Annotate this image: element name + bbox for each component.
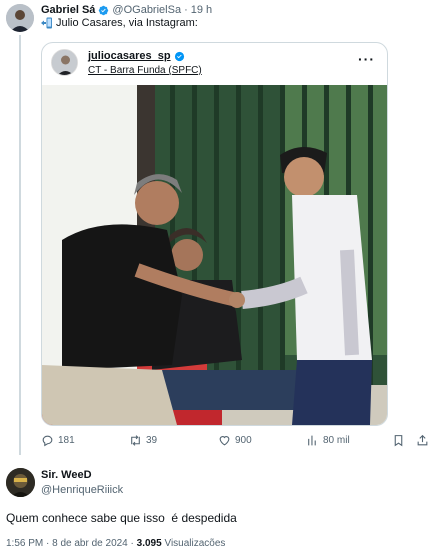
tweet-header: Gabriel Sá @OGabrielSa · 19 h xyxy=(41,3,212,17)
tweet-actions: 181 39 900 80 mil xyxy=(41,434,433,450)
embedded-instagram-card[interactable]: juliocasares_sp CT - Barra Funda (SPFC) … xyxy=(41,42,388,426)
reply-author-name[interactable]: Sir. WeeD xyxy=(41,469,92,481)
bookmark-button[interactable] xyxy=(392,434,405,447)
retweet-button[interactable]: 39 xyxy=(129,434,157,447)
instagram-location[interactable]: CT - Barra Funda (SPFC) xyxy=(88,65,202,76)
bookmark-icon xyxy=(394,435,403,447)
separator-dot: · xyxy=(184,4,188,16)
reply-author-handle[interactable]: @HenriqueRiiick xyxy=(41,484,123,496)
mobile-phone-arrow-icon xyxy=(41,17,52,29)
reply-count: 181 xyxy=(58,435,75,446)
author-name[interactable]: Gabriel Sá xyxy=(41,4,95,16)
reply-views-label: Visualizações xyxy=(164,538,226,546)
thread-line xyxy=(19,35,21,455)
retweet-count: 39 xyxy=(146,435,158,446)
reply-author-avatar[interactable] xyxy=(6,468,35,497)
reply-button[interactable]: 181 xyxy=(41,434,75,447)
tweet-text: Julio Casares, via Instagram: xyxy=(41,17,198,29)
instagram-avatar[interactable] xyxy=(51,49,78,76)
instagram-username-text[interactable]: juliocasares_sp xyxy=(88,50,171,62)
share-button[interactable] xyxy=(416,434,429,447)
instagram-verified-icon xyxy=(174,51,184,61)
reply-timestamp[interactable]: 1:56 PM · 8 de abr de 2024 · xyxy=(6,538,137,546)
tweet-body: Julio Casares, via Instagram: xyxy=(56,17,198,29)
retweet-icon xyxy=(131,435,140,446)
reply-text: Quem conhece sabe que isso é despedida xyxy=(6,511,237,525)
like-count: 900 xyxy=(235,435,252,446)
author-handle[interactable]: @OGabrielSa xyxy=(112,4,181,16)
more-options-icon[interactable]: ··· xyxy=(358,51,375,67)
share-icon xyxy=(417,434,428,446)
analytics-icon xyxy=(308,435,316,446)
author-avatar[interactable] xyxy=(6,4,34,32)
verified-badge-icon xyxy=(99,5,109,15)
heart-icon xyxy=(219,436,230,446)
reply-views-count: 3.095 xyxy=(136,538,162,546)
tweet[interactable]: Gabriel Sá @OGabrielSa · 19 h Julio Casa… xyxy=(0,0,440,456)
reply-icon xyxy=(42,435,53,447)
view-count: 80 mil xyxy=(323,435,350,446)
reply-metadata: 1:56 PM · 8 de abr de 2024 · 3.095 Visua… xyxy=(6,538,225,546)
tweet-timestamp[interactable]: 19 h xyxy=(191,4,212,16)
views-button[interactable]: 80 mil xyxy=(306,434,350,447)
like-button[interactable]: 900 xyxy=(218,434,252,447)
instagram-username[interactable]: juliocasares_sp xyxy=(88,50,185,62)
instagram-photo[interactable] xyxy=(42,85,387,425)
